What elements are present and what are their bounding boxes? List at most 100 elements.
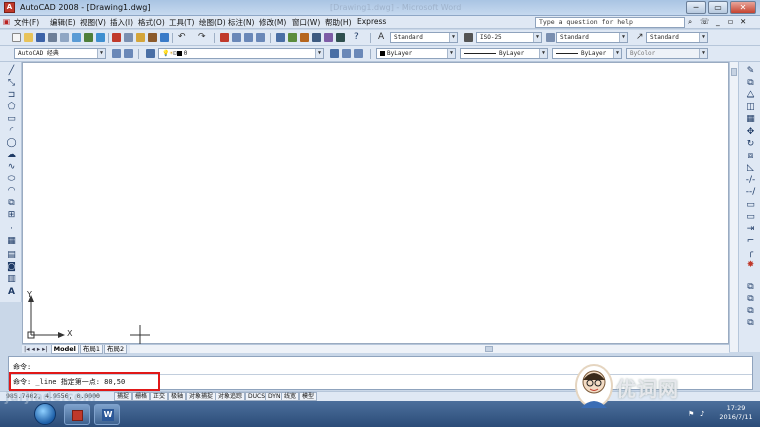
scale-icon[interactable]: ⧈ [745,151,756,162]
menu-express[interactable]: Express [357,17,386,26]
word-taskbar-button[interactable]: W [94,404,120,425]
minimize-button[interactable]: ─ [686,1,706,14]
region-icon[interactable]: ◙ [6,262,17,273]
system-clock[interactable]: 17:29 2016/7/11 [716,404,756,422]
otrack-toggle[interactable]: 对象追踪 [215,392,246,401]
start-button[interactable] [34,403,56,425]
sheet-set-icon[interactable] [312,33,321,42]
extend-icon[interactable]: --/ [745,187,756,198]
chamfer-icon[interactable]: ⌐ [745,236,756,247]
trim-icon[interactable]: -/- [745,175,756,186]
cut-icon[interactable] [112,33,121,42]
menu-insert[interactable]: 插入(I) [110,17,133,28]
break-icon[interactable]: ▭ [745,212,756,223]
layer-select[interactable]: 💡☀⊡ 0 ▼ [158,48,324,59]
paste-icon[interactable] [136,33,145,42]
rectangle-icon[interactable]: ▭ [6,114,17,125]
publish-icon[interactable] [72,33,81,42]
etransmit-icon[interactable] [96,33,105,42]
fillet-icon[interactable]: ╭ [745,248,756,259]
layer-manager-icon[interactable] [146,49,155,58]
lineweight-toggle[interactable]: 线宽 [281,392,300,401]
insert-block-icon[interactable]: ⧉ [6,198,17,209]
tab-layout2[interactable]: 布局2 [104,345,128,354]
stretch-icon[interactable]: ◺ [745,163,756,174]
close-button[interactable]: ✕ [730,1,756,14]
help-search-input[interactable]: Type a question for help [535,17,685,28]
design-center-icon[interactable] [288,33,297,42]
join-icon[interactable]: ⇥ [745,224,756,235]
tab-model[interactable]: Model [50,345,79,354]
linetype-select[interactable]: ByLayer ▼ [460,48,548,59]
layer-states-icon[interactable] [354,49,363,58]
undo-icon[interactable]: ↶ [178,33,187,42]
autocad-taskbar-button[interactable] [64,404,90,425]
horizontal-scroll-thumb[interactable] [485,346,493,352]
circle-icon[interactable]: ◯ [6,138,17,149]
plot-preview-icon[interactable] [60,33,69,42]
workspace-settings-icon[interactable] [112,49,121,58]
hatch-icon[interactable]: ▦ [6,236,17,247]
revision-cloud-icon[interactable]: ☁ [6,150,17,161]
table-icon[interactable]: ▥ [6,274,17,285]
autocad-app-icon[interactable]: A [4,2,15,13]
doc-restore-button[interactable]: ▫ [728,17,733,26]
move-icon[interactable]: ✥ [745,127,756,138]
tray-flag-icon[interactable]: ⚑ [688,410,694,418]
restore-button[interactable]: ▭ [708,1,728,14]
doc-close-button[interactable]: ✕ [740,17,746,26]
erase-icon[interactable]: ✎ [745,66,756,77]
text-style-select[interactable]: Standard ▼ [390,32,458,43]
save-icon[interactable] [36,33,45,42]
quickcalc-icon[interactable] [336,33,345,42]
ellipse-icon[interactable]: ⬭ [6,174,17,185]
zoom-realtime-icon[interactable] [232,33,241,42]
model-toggle[interactable]: 模型 [299,392,318,401]
new-file-icon[interactable] [12,33,21,42]
plot-icon[interactable] [48,33,57,42]
menu-tools[interactable]: 工具(T) [169,17,194,28]
mirror-icon[interactable]: ⧋ [745,90,756,101]
arc-icon[interactable]: ◜ [6,126,17,137]
gradient-icon[interactable]: ▤ [6,250,17,261]
match-properties-icon[interactable] [148,33,157,42]
copy-object-icon[interactable]: ⧉ [745,78,756,89]
make-object-layer-current-icon[interactable] [330,49,339,58]
dim-style-icon[interactable] [464,33,473,42]
multileader-style-icon[interactable]: ↗ [636,33,645,42]
menu-help[interactable]: 帮助(H) [325,17,352,28]
menu-window[interactable]: 窗口(W) [292,17,320,28]
search-icon[interactable]: ⌕ [688,17,692,27]
workspace-select[interactable]: AutoCAD 经典 ▼ [14,48,106,59]
redo-icon[interactable]: ↷ [198,33,207,42]
draworder-under-icon[interactable]: ⧉ [745,318,756,329]
grid-toggle[interactable]: 栅格 [132,392,151,401]
table-style-icon[interactable] [546,33,555,42]
snap-toggle[interactable]: 捕捉 [114,392,133,401]
zoom-previous-icon[interactable] [256,33,265,42]
array-icon[interactable]: ▦ [745,114,756,125]
block-editor-icon[interactable] [160,33,169,42]
my-workspace-icon[interactable] [124,49,133,58]
lineweight-select[interactable]: ByLayer ▼ [552,48,622,59]
construction-line-icon[interactable]: ⤡ [6,78,17,89]
ellipse-arc-icon[interactable]: ◠ [6,186,17,197]
ortho-toggle[interactable]: 正交 [150,392,169,401]
tab-layout1[interactable]: 布局1 [79,345,104,354]
3d-dwf-icon[interactable] [84,33,93,42]
tool-palettes-icon[interactable] [300,33,309,42]
pan-icon[interactable] [220,33,229,42]
draworder-front-icon[interactable]: ⧉ [745,282,756,293]
polygon-icon[interactable]: ⬠ [6,102,17,113]
markup-icon[interactable] [324,33,333,42]
menu-draw[interactable]: 绘图(D) [199,17,226,28]
point-icon[interactable]: · [6,224,17,235]
multiline-text-icon[interactable]: A [6,287,17,298]
help-icon[interactable]: ? [354,33,363,42]
break-at-point-icon[interactable]: ▭ [745,200,756,211]
drawing-area[interactable]: Y X [22,62,729,345]
plotstyle-select[interactable]: ByColor ▼ [626,48,708,59]
text-style-icon[interactable]: A [378,33,387,42]
horizontal-scrollbar[interactable] [130,344,729,353]
offset-icon[interactable]: ◫ [745,102,756,113]
